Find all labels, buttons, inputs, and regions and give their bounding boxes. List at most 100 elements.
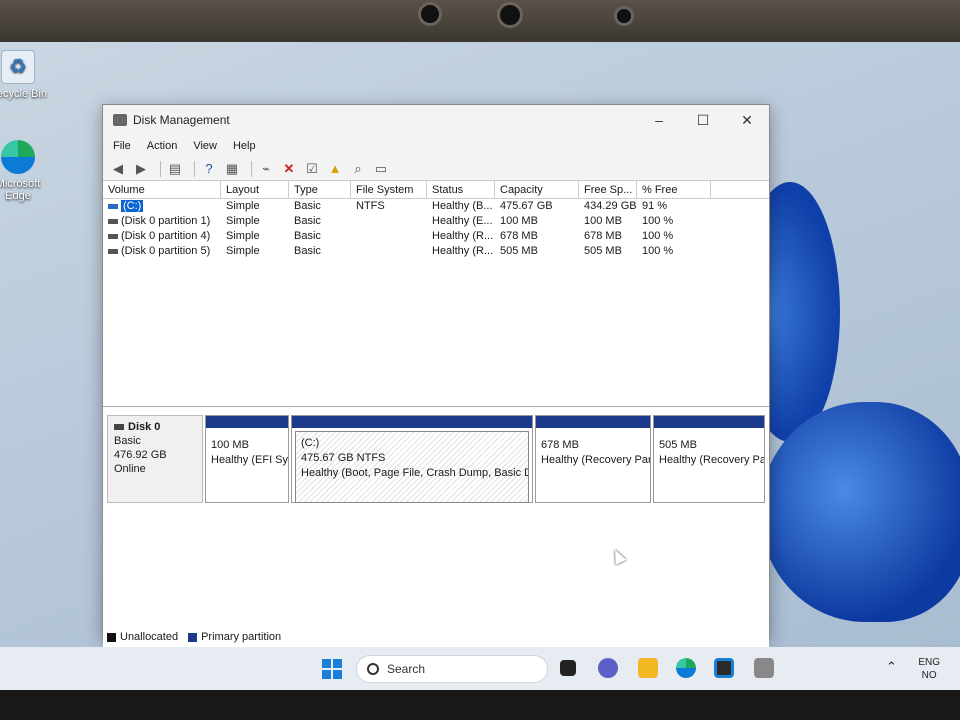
volume-icon [108, 203, 118, 209]
file-system-cell: NTFS [356, 200, 385, 212]
partition-size: 505 MB [659, 439, 697, 451]
volume-list-header: Volume Layout Type File System Status Ca… [103, 181, 769, 199]
store-icon[interactable] [714, 658, 734, 678]
partition-c[interactable]: (C:) 475.67 GB NTFS Healthy (Boot, Page … [291, 415, 533, 503]
partition-efi[interactable]: 100 MB Healthy (EFI Sy [205, 415, 289, 503]
properties-icon[interactable]: ▦ [223, 160, 241, 178]
legend-label: Primary partition [201, 631, 282, 643]
chevron-up-icon[interactable]: ⌃ [886, 659, 897, 675]
partition-status: Healthy (EFI Sy [211, 454, 288, 466]
volume-name: (Disk 0 partition 4) [121, 230, 211, 242]
table-row[interactable]: (C:) Simple Basic NTFS Healthy (B... 475… [103, 199, 769, 214]
capacity-cell: 100 MB [500, 215, 538, 227]
menu-help[interactable]: Help [233, 140, 256, 152]
volume-name: (C:) [121, 200, 144, 212]
capacity-cell: 678 MB [500, 230, 538, 242]
table-row[interactable]: (Disk 0 partition 4) Simple Basic Health… [103, 229, 769, 244]
volume-icon [108, 218, 118, 224]
menu-view[interactable]: View [193, 140, 217, 152]
volume-icon [108, 233, 118, 239]
maximize-button[interactable]: ☐ [681, 105, 725, 135]
disk-management-icon [113, 114, 127, 126]
partition-recovery-2[interactable]: 505 MB Healthy (Recovery Par [653, 415, 765, 503]
legend-swatch-unallocated [107, 632, 116, 642]
laptop-bezel [0, 0, 960, 42]
column-header-layout[interactable]: Layout [221, 181, 289, 198]
camera-icon [418, 2, 442, 26]
delete-icon[interactable]: ✕ [280, 160, 298, 178]
menu-file[interactable]: File [113, 140, 131, 152]
help-icon[interactable]: ? [200, 160, 218, 178]
partition-status: Healthy (Boot, Page File, Crash Dump, Ba… [301, 467, 529, 479]
partition-recovery-1[interactable]: 678 MB Healthy (Recovery Part [535, 415, 651, 503]
import-icon[interactable]: ▲ [326, 160, 344, 178]
search-icon [367, 663, 379, 675]
disk-label[interactable]: Disk 0 Basic 476.92 GB Online [107, 415, 203, 503]
volume-cell: (Disk 0 partition 4) [103, 229, 221, 244]
check-icon[interactable]: ☑ [303, 160, 321, 178]
free-space-cell: 505 MB [584, 245, 622, 257]
chat-icon[interactable] [598, 658, 618, 678]
status-cell: Healthy (R... [432, 230, 494, 242]
search-box[interactable]: Search [356, 655, 548, 683]
desktop-icon-label: Recycle Bin [0, 88, 48, 100]
file-system-cell [351, 229, 427, 244]
percent-free-cell: 91 % [642, 200, 668, 212]
partition-bar [292, 416, 532, 428]
column-header-status[interactable]: Status [427, 181, 495, 198]
disk-management-icon[interactable] [754, 658, 774, 678]
search-icon[interactable]: ⌕ [349, 160, 367, 178]
taskbar: Search ⌃ ENG NO [0, 647, 960, 690]
layout-cell: Simple [226, 245, 260, 257]
connect-icon[interactable]: ⌁ [257, 160, 275, 178]
minimize-button[interactable]: – [637, 105, 681, 135]
language-indicator[interactable]: ENG NO [918, 656, 940, 682]
edge-icon[interactable] [676, 658, 696, 678]
column-header-type[interactable]: Type [289, 181, 351, 198]
column-header-free-space[interactable]: Free Sp... [579, 181, 637, 198]
partition-title: (C:) [301, 437, 320, 449]
start-button[interactable] [322, 659, 342, 679]
camera-icon [497, 2, 523, 28]
column-header-volume[interactable]: Volume [103, 181, 221, 198]
disk-graphical-view: Disk 0 Basic 476.92 GB Online 100 MB Hea… [103, 407, 769, 647]
column-header-capacity[interactable]: Capacity [495, 181, 579, 198]
back-icon[interactable]: ◀ [109, 160, 127, 178]
free-space-cell: 434.29 GB [584, 200, 637, 212]
desktop-icon-edge[interactable]: Microsoft Edge [0, 140, 50, 202]
partition-status: Healthy (Recovery Part [541, 454, 650, 466]
layout-cell: Simple [226, 215, 260, 227]
volume-cell: (C:) [103, 199, 221, 214]
desktop-icon-recycle-bin[interactable]: ♻ Recycle Bin [0, 50, 50, 100]
free-space-cell: 678 MB [584, 230, 622, 242]
menu-bar: File Action View Help [103, 135, 769, 157]
percent-free-cell: 100 % [642, 245, 674, 257]
legend-swatch-primary [188, 632, 198, 642]
recycle-bin-icon: ♻ [1, 50, 35, 84]
list-icon[interactable]: ▭ [372, 160, 390, 178]
console-tree-icon[interactable]: ▤ [166, 160, 184, 178]
volume-cell: (Disk 0 partition 5) [103, 244, 221, 259]
type-cell: Basic [294, 245, 321, 257]
status-cell: Healthy (B... [432, 200, 493, 212]
table-row[interactable]: (Disk 0 partition 5) Simple Basic Health… [103, 244, 769, 259]
file-explorer-icon[interactable] [638, 658, 658, 678]
title-bar[interactable]: Disk Management – ☐ ✕ [103, 105, 769, 135]
layout-cell: Simple [226, 200, 260, 212]
desktop-icon-label: Microsoft Edge [0, 178, 41, 202]
toolbar-separator [251, 160, 252, 177]
table-row[interactable]: (Disk 0 partition 1) Simple Basic Health… [103, 214, 769, 229]
menu-action[interactable]: Action [147, 140, 178, 152]
partition-status: Healthy (Recovery Par [659, 454, 764, 466]
volume-cell: (Disk 0 partition 1) [103, 214, 221, 229]
column-header-percent-free[interactable]: % Free [637, 181, 711, 198]
volume-name: (Disk 0 partition 1) [121, 215, 211, 227]
close-button[interactable]: ✕ [725, 105, 769, 135]
task-view-icon[interactable] [560, 660, 576, 676]
column-header-file-system[interactable]: File System [351, 181, 427, 198]
free-space-cell: 100 MB [584, 215, 622, 227]
volume-name: (Disk 0 partition 5) [121, 245, 211, 257]
legend-label: Unallocated [120, 631, 179, 643]
search-label: Search [387, 662, 426, 676]
forward-icon[interactable]: ▶ [132, 160, 150, 178]
